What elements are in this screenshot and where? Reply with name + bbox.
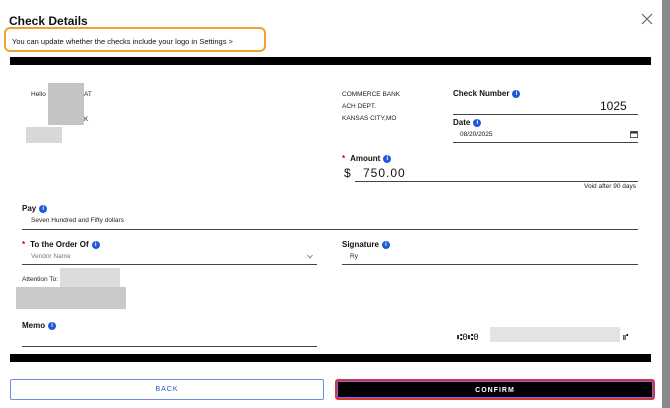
payer-line2-suffix: K (84, 116, 89, 123)
info-icon[interactable]: i (48, 321, 57, 330)
pay-amount-words: Seven Hundred and Fifty dollars (31, 217, 124, 224)
date-input[interactable]: 08/20/2025 (460, 131, 493, 138)
vendor-select[interactable]: Vendor Name (31, 253, 71, 260)
confirm-button[interactable]: CONFIRM (335, 379, 655, 400)
micr-suffix: ⑈ (623, 333, 629, 343)
blurred-account-number (490, 327, 620, 342)
memo-label: Memo i (22, 321, 57, 330)
info-icon[interactable]: i (512, 89, 521, 98)
amount-label: * Amount i (342, 154, 392, 163)
attention-to: Attention To: F (22, 276, 64, 283)
check-details-dialog: Check Details You can update whether the… (0, 0, 662, 408)
info-icon[interactable]: i (39, 204, 48, 213)
info-icon[interactable]: i (383, 154, 392, 163)
date-label: Date i (453, 118, 482, 127)
void-note: Void after 90 days (584, 183, 637, 190)
signature-label: Signature i (342, 240, 390, 249)
bank-city: KANSAS CITY,MO (342, 115, 397, 122)
currency-symbol: $ (344, 166, 351, 180)
order-of-label: * To the Order Of i (22, 240, 100, 249)
bank-name: COMMERCE BANK (342, 91, 401, 98)
check-preview: Hello AT K COMMERCE BANK ACH DEPT. KANSA… (10, 57, 651, 362)
dialog-title: Check Details (9, 14, 88, 28)
close-icon[interactable] (640, 12, 654, 26)
branding-hint: You can update whether the checks includ… (4, 27, 266, 71)
chevron-down-icon[interactable] (307, 254, 313, 259)
payer-line1-suffix: AT (84, 91, 92, 98)
back-button[interactable]: BACK (10, 379, 324, 400)
check-number-input[interactable]: 1025 (600, 99, 627, 113)
pay-label: Pay i (22, 204, 48, 213)
blurred-attention-name (60, 268, 120, 288)
payer-line1: Hello (31, 91, 46, 98)
blurred-payer-name (48, 83, 84, 125)
page-scrollbar[interactable] (662, 0, 670, 408)
micr-routing-prefix: ⑆0⑆0 (457, 333, 479, 343)
blurred-attention-address (16, 287, 126, 309)
info-icon[interactable]: i (91, 240, 100, 249)
blurred-payer-address (26, 127, 62, 143)
calendar-icon[interactable] (630, 130, 638, 138)
info-icon[interactable]: i (381, 240, 390, 249)
amount-input[interactable]: 750.00 (363, 166, 406, 180)
check-number-label: Check Number i (453, 89, 521, 98)
signature-input[interactable]: Ry (350, 253, 358, 260)
info-icon[interactable]: i (473, 118, 482, 127)
bank-dept: ACH DEPT. (342, 103, 376, 110)
